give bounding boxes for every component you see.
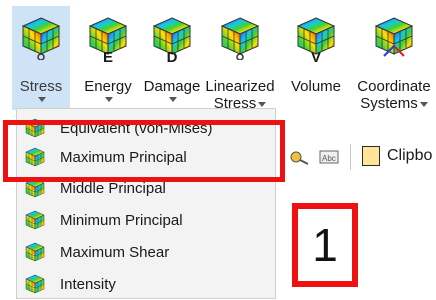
menu-item-label: Minimum Principal	[60, 211, 183, 229]
stress-button[interactable]: Stress	[12, 6, 70, 110]
step-number: 1	[312, 219, 338, 271]
coordinate-systems-cube-icon	[374, 16, 414, 60]
stress-cube-icon	[21, 16, 61, 61]
volume-letter: V	[310, 49, 322, 66]
coordinate-label-line1: Coordinate	[357, 78, 431, 95]
linearized-stress-cube-icon	[220, 16, 260, 61]
probe-icon[interactable]	[288, 148, 312, 166]
menu-item-intensity[interactable]: Intensity	[16, 268, 276, 300]
toolbar-divider	[350, 144, 351, 170]
highlight-box	[3, 120, 285, 182]
menu-item-label: Maximum Shear	[60, 243, 170, 261]
linearized-stress-button[interactable]: Linearized Stress	[205, 6, 275, 112]
menu-item-label: Middle Principal	[60, 179, 166, 197]
stress-cube-icon	[25, 274, 45, 294]
chevron-down-icon	[258, 101, 267, 107]
linearized-label-line1: Linearized	[205, 78, 275, 95]
stress-label: Stress	[19, 78, 63, 95]
linearized-stress-label: Linearized Stress	[205, 78, 274, 112]
coordinate-label-line2-text: Systems	[360, 95, 418, 112]
svg-text:Abc: Abc	[322, 154, 336, 163]
volume-cube-icon: V	[296, 16, 336, 65]
chevron-down-icon	[105, 97, 113, 102]
menu-item-maximum-shear[interactable]: Maximum Shear	[16, 236, 276, 268]
ribbon-toolbar: Stress E Energy D Damage Linearized Stre…	[0, 0, 436, 112]
chevron-down-icon	[38, 97, 46, 102]
chevron-down-icon	[419, 101, 428, 107]
damage-letter: D	[166, 49, 178, 66]
volume-button[interactable]: V Volume	[288, 6, 344, 110]
volume-label: Volume	[290, 78, 342, 95]
stress-cube-icon	[25, 210, 45, 230]
clipboard-icon[interactable]	[362, 146, 380, 166]
damage-cube-icon: D	[152, 16, 192, 65]
coordinate-label-line2: Systems	[357, 95, 430, 112]
damage-label: Damage	[143, 78, 201, 95]
stress-cube-icon	[25, 242, 45, 262]
label-icon[interactable]: Abc	[318, 148, 342, 168]
energy-cube-icon: E	[88, 16, 128, 65]
clipboard-label[interactable]: Clipbo	[387, 147, 432, 165]
menu-item-label: Intensity	[60, 275, 116, 293]
energy-button[interactable]: E Energy	[80, 6, 136, 110]
coordinate-systems-label: Coordinate Systems	[357, 78, 430, 112]
energy-letter: E	[102, 49, 114, 66]
energy-label: Energy	[84, 78, 132, 95]
coordinate-systems-button[interactable]: Coordinate Systems	[352, 6, 436, 112]
menu-item-minimum-principal[interactable]: Minimum Principal	[16, 204, 276, 236]
chevron-down-icon	[169, 97, 177, 102]
damage-button[interactable]: D Damage	[140, 6, 204, 110]
step-number-badge: 1	[292, 203, 358, 287]
